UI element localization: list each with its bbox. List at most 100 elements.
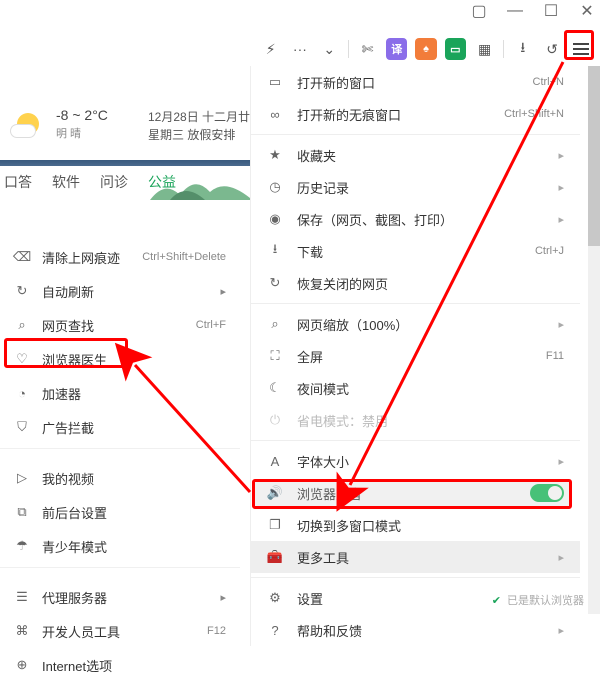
item-label: 青少年模式 xyxy=(42,537,107,556)
chevron-right-icon: ▸ xyxy=(558,181,564,194)
broom-icon: ⌫ xyxy=(14,249,30,265)
weather-condition: 明 晴 xyxy=(56,125,108,141)
item-label: 帮助和反馈 xyxy=(297,621,362,640)
item-label: 字体大小 xyxy=(297,452,349,471)
more-tools-item[interactable]: 🧰更多工具▸ xyxy=(251,541,580,573)
chevron-right-icon: ▸ xyxy=(558,455,564,468)
shortcut-label: Ctrl+Shift+Delete xyxy=(142,251,226,263)
mask-icon: ∞ xyxy=(267,106,283,122)
downloads-item[interactable]: ⭳下载Ctrl+J xyxy=(251,235,580,267)
extension-icon[interactable]: ▢ xyxy=(472,4,486,18)
tab-software[interactable]: 软件 xyxy=(52,172,80,192)
accelerator-item[interactable]: ◔加速器 xyxy=(0,376,240,410)
more-dots-icon[interactable]: ··· xyxy=(289,38,310,60)
item-label: 我的视频 xyxy=(42,469,94,488)
item-label: 网页查找 xyxy=(42,316,94,335)
play-icon: ▷ xyxy=(14,470,30,486)
shortcut-label: Ctrl+F xyxy=(196,319,226,331)
menu-divider xyxy=(251,134,580,135)
favorites-item[interactable]: ★收藏夹▸ xyxy=(251,139,580,171)
toolbar: ⚡︎ ··· ⌄ ✄ 译 ♠ ▭ ▦ ⭳ ↺ xyxy=(260,34,592,64)
menu-divider xyxy=(251,303,580,304)
gear-icon: ⚙ xyxy=(267,590,283,606)
temperature-text: -8 ~ 2°C xyxy=(56,107,108,123)
my-videos-item[interactable]: ▷ 我的视频 xyxy=(0,461,240,495)
fullscreen-item[interactable]: ⛶全屏F11 xyxy=(251,340,580,372)
plug-icon: ⏻ xyxy=(267,412,283,428)
main-dropdown-menu: ▭打开新的窗口Ctrl+N ∞打开新的无痕窗口Ctrl+Shift+N ★收藏夹… xyxy=(250,66,580,646)
ad-block-item[interactable]: ⛉广告拦截 xyxy=(0,410,240,444)
item-label: 省电模式：禁用 xyxy=(297,411,388,430)
shield-icon: ⛉ xyxy=(14,419,30,435)
item-label: 全屏 xyxy=(297,347,323,366)
item-label: 切换到多窗口模式 xyxy=(297,516,401,535)
font-icon: A xyxy=(267,453,283,469)
zoom-item[interactable]: ⌕网页缩放（100%）▸ xyxy=(251,308,580,340)
clock-icon: ◷ xyxy=(267,179,283,195)
tools-submenu: ⌫清除上网痕迹Ctrl+Shift+Delete ↻自动刷新▸ ⌕网页查找Ctr… xyxy=(0,240,240,682)
help-feedback-item[interactable]: ?帮助和反馈▸ xyxy=(251,614,580,646)
new-window-item[interactable]: ▭打开新的窗口Ctrl+N xyxy=(251,66,580,98)
save-page-item[interactable]: ◉保存（网页、截图、打印）▸ xyxy=(251,203,580,235)
font-size-item[interactable]: A 字体大小 ▸ xyxy=(251,445,580,477)
item-label: 收藏夹 xyxy=(297,146,336,165)
chevron-right-icon: ▸ xyxy=(220,285,226,298)
download-icon: ⭳ xyxy=(267,243,283,259)
internet-options-item[interactable]: ⊕Internet选项 xyxy=(0,648,240,682)
clear-browsing-data-item[interactable]: ⌫清除上网痕迹Ctrl+Shift+Delete xyxy=(0,240,240,274)
restore-closed-item[interactable]: ↻恢复关闭的网页 xyxy=(251,267,580,299)
item-label: 代理服务器 xyxy=(42,588,107,607)
browser-doctor-item[interactable]: ♡ 浏览器医生 xyxy=(0,342,240,376)
divider xyxy=(503,40,504,58)
undo-icon[interactable]: ↺ xyxy=(541,38,562,60)
fgbg-settings-item[interactable]: ⧉前后台设置 xyxy=(0,495,240,529)
sun-cloud-icon xyxy=(8,104,48,144)
find-in-page-item[interactable]: ⌕网页查找Ctrl+F xyxy=(0,308,240,342)
server-icon: ☰ xyxy=(14,589,30,605)
tab-answer[interactable]: 口答 xyxy=(4,172,32,192)
item-label: 更多工具 xyxy=(297,548,349,567)
divider xyxy=(348,40,349,58)
auto-refresh-item[interactable]: ↻自动刷新▸ xyxy=(0,274,240,308)
shortcut-label: Ctrl+N xyxy=(533,76,564,88)
multi-window-item[interactable]: ❐ 切换到多窗口模式 xyxy=(251,509,580,541)
game-button[interactable]: ♠ xyxy=(415,38,436,60)
window-controls: ▢ — ☐ ✕ xyxy=(472,4,594,18)
proxy-server-item[interactable]: ☰代理服务器▸ xyxy=(0,580,240,614)
incognito-window-item[interactable]: ∞打开新的无痕窗口Ctrl+Shift+N xyxy=(251,98,580,130)
camera-icon: ◉ xyxy=(267,211,283,227)
history-item[interactable]: ◷历史记录▸ xyxy=(251,171,580,203)
annotation-fill xyxy=(255,482,569,506)
download-icon[interactable]: ⭳ xyxy=(512,38,533,60)
heart-icon: ♡ xyxy=(14,351,30,367)
translate-button[interactable]: 译 xyxy=(386,38,407,60)
date-widget: 12月28日 十二月廿 星期三 放假安排 xyxy=(148,108,250,144)
chevron-right-icon: ▸ xyxy=(558,318,564,331)
windows-icon: ❐ xyxy=(267,517,283,533)
maximize-button[interactable]: ☐ xyxy=(544,4,558,18)
vertical-scrollbar[interactable] xyxy=(588,66,600,614)
item-label: 浏览器医生 xyxy=(42,350,107,369)
chevron-right-icon: ▸ xyxy=(558,551,564,564)
scrollbar-thumb[interactable] xyxy=(588,66,600,246)
item-label: 夜间模式 xyxy=(297,379,349,398)
night-mode-item[interactable]: ☾夜间模式 xyxy=(251,372,580,404)
grid-icon[interactable]: ▦ xyxy=(474,38,495,60)
hamburger-menu-button[interactable] xyxy=(571,38,592,60)
weather-widget[interactable]: -8 ~ 2°C 明 晴 xyxy=(8,104,108,144)
tab-consult[interactable]: 问诊 xyxy=(100,172,128,192)
chevron-down-icon[interactable]: ⌄ xyxy=(319,38,340,60)
book-button[interactable]: ▭ xyxy=(445,38,466,60)
decorative-bar xyxy=(0,160,250,166)
developer-tools-item[interactable]: ⌘开发人员工具F12 xyxy=(0,614,240,648)
item-label: Internet选项 xyxy=(42,656,112,675)
youth-mode-item[interactable]: ☂青少年模式 xyxy=(0,529,240,563)
default-browser-status: ✔ 已是默认浏览器 xyxy=(492,592,584,608)
scissors-icon[interactable]: ✄ xyxy=(357,38,378,60)
chevron-right-icon: ▸ xyxy=(558,213,564,226)
bolt-icon[interactable]: ⚡︎ xyxy=(260,38,281,60)
close-button[interactable]: ✕ xyxy=(580,4,594,18)
shortcut-label: Ctrl+Shift+N xyxy=(504,108,564,120)
shortcut-label: Ctrl+J xyxy=(535,245,564,257)
minimize-button[interactable]: — xyxy=(508,4,522,18)
